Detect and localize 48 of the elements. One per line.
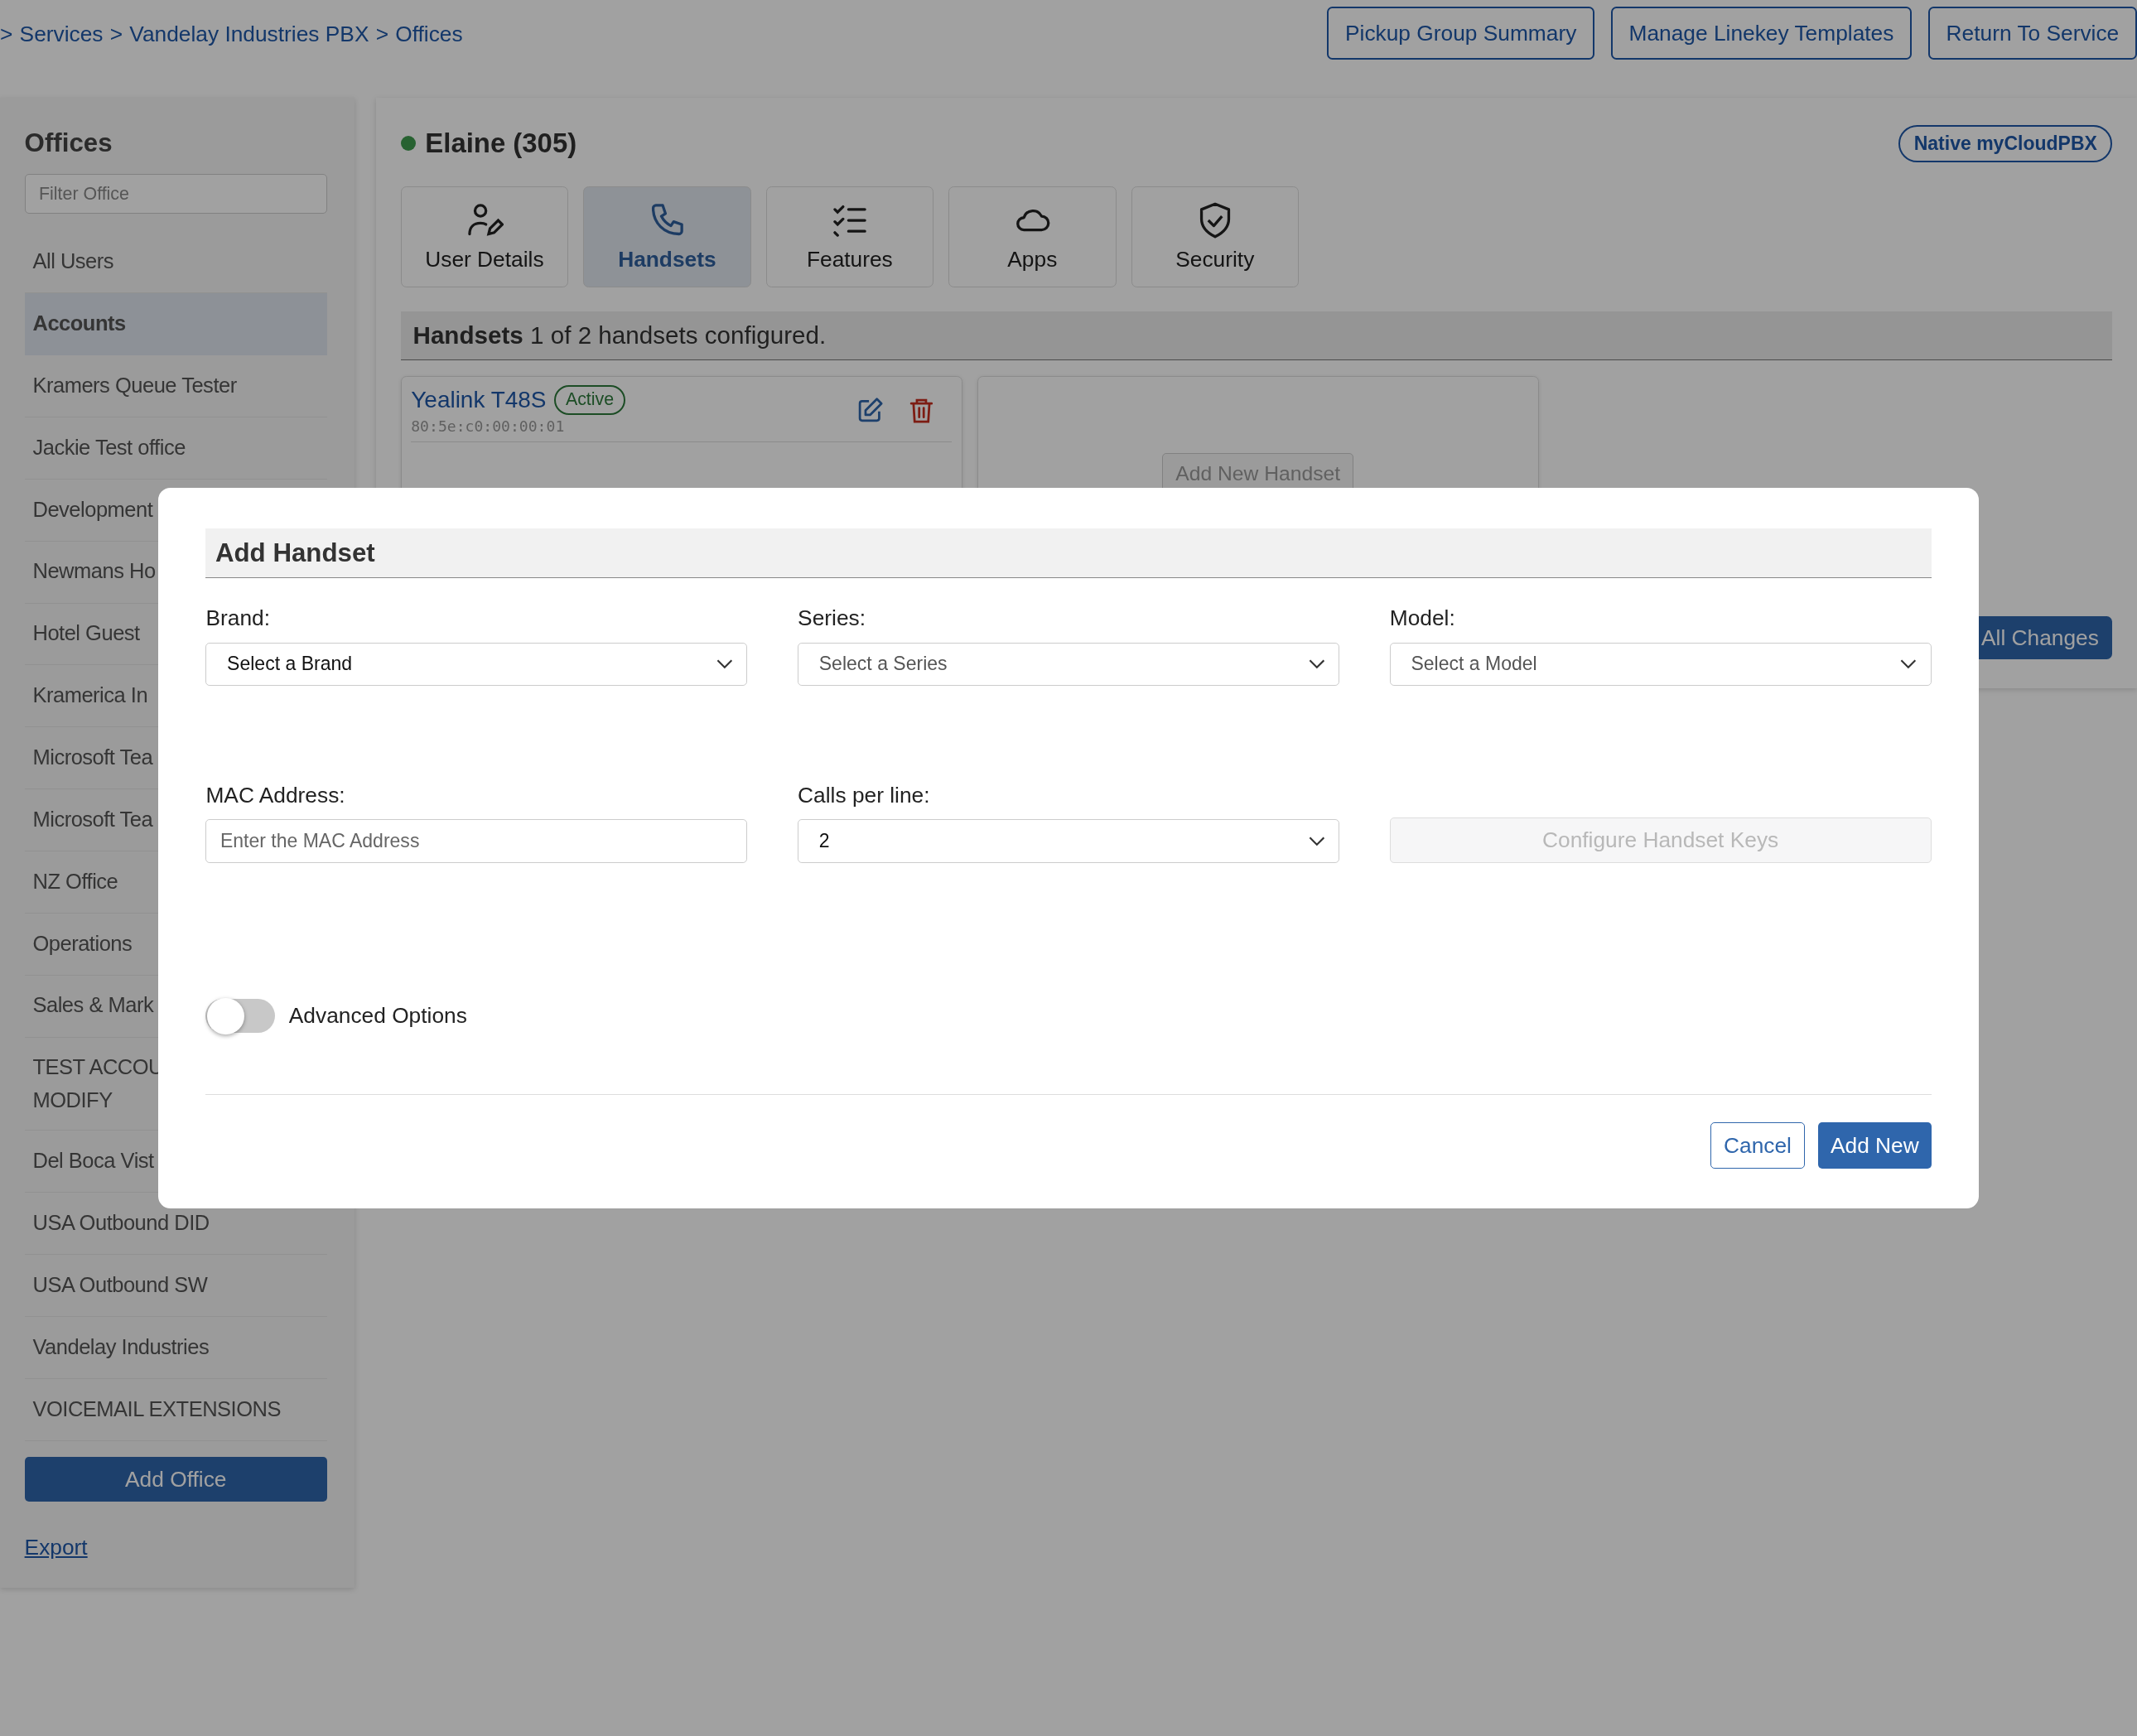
status-badge: Active <box>554 385 625 415</box>
field-label: Calls per line: <box>798 782 931 808</box>
filter-field[interactable]: Filter Office <box>24 174 327 214</box>
header-button[interactable]: Pickup Group Summary <box>1327 7 1595 60</box>
tab[interactable]: Security <box>1131 186 1299 287</box>
tab[interactable]: User Details <box>400 186 569 287</box>
sidebar-item[interactable]: Kramers Queue Tester <box>24 355 327 417</box>
tab[interactable]: Handsets <box>583 186 751 287</box>
export-link[interactable]: Export <box>24 1534 88 1560</box>
tab[interactable]: Features <box>765 186 934 287</box>
sidebar-item[interactable]: VOICEMAIL EXTENSIONS <box>24 1378 327 1441</box>
add-office-button[interactable]: Add Office <box>24 1457 327 1502</box>
field-label: MAC Address: <box>205 782 346 808</box>
field-label: Model: <box>1389 605 1456 632</box>
sidebar-item[interactable]: Accounts <box>24 293 327 356</box>
breadcrumb-link[interactable]: Offices <box>395 22 463 48</box>
breadcrumb-link[interactable]: Services <box>19 22 104 48</box>
breadcrumb-separator: > <box>0 22 13 48</box>
input-field[interactable]: Enter the MAC Address <box>205 819 748 863</box>
mac-address: 80:5e:c0:00:00:01 <box>411 417 566 435</box>
add-new-button[interactable]: Add New <box>1818 1122 1932 1169</box>
chevron-icon <box>1900 658 1918 670</box>
user-name: Elaine (305) <box>425 128 577 160</box>
header-button[interactable]: Return To Service <box>1927 7 2137 60</box>
chevron-icon <box>1308 835 1325 846</box>
sidebar-title: Offices <box>24 128 113 158</box>
field-label: Brand: <box>205 605 271 632</box>
plan-badge: Native myCloudPBX <box>1898 125 2113 162</box>
tab[interactable]: Apps <box>948 186 1117 287</box>
cancel-button[interactable]: Cancel <box>1710 1122 1805 1169</box>
sidebar-item[interactable]: USA Outbound SW <box>24 1255 327 1317</box>
select-field[interactable]: Select a Brand <box>205 642 748 687</box>
select-field[interactable]: 2 <box>798 819 1339 863</box>
chevron-icon <box>1308 658 1325 670</box>
breadcrumb-link[interactable]: Vandelay Industries PBX <box>129 22 369 48</box>
section-title: Handsets 1 of 2 handsets configured. <box>412 321 827 349</box>
sidebar-item[interactable]: Jackie Test office <box>24 417 327 480</box>
sidebar-item[interactable]: Vandelay Industries <box>24 1317 327 1379</box>
chevron-icon <box>716 658 733 670</box>
toggle-label: Advanced Options <box>288 1003 467 1030</box>
dialog-title: Add Handset <box>205 528 1932 579</box>
breadcrumb-separator: > <box>375 22 389 48</box>
sidebar-item[interactable]: All Users <box>24 231 327 294</box>
handset-model-link[interactable]: Yealink T48S <box>411 386 547 413</box>
toggle-switch[interactable] <box>205 999 276 1034</box>
header-button[interactable]: Manage Linekey Templates <box>1610 7 1913 60</box>
breadcrumb-separator: > <box>109 22 123 48</box>
field-label: Series: <box>798 605 866 632</box>
